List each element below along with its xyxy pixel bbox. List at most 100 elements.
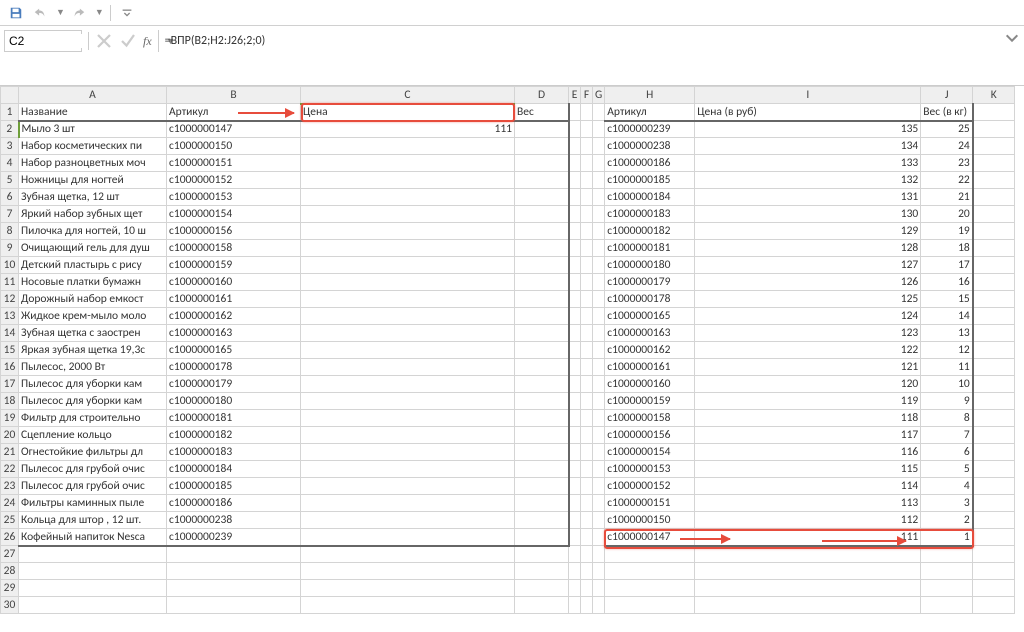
formula-expand-icon[interactable] xyxy=(1004,30,1020,46)
cell-B28[interactable] xyxy=(167,563,301,580)
cell-E18[interactable] xyxy=(569,393,581,410)
cell-C14[interactable] xyxy=(301,325,515,342)
cell-G9[interactable] xyxy=(593,240,605,257)
cell-G27[interactable] xyxy=(593,546,605,563)
col-header-I[interactable]: I xyxy=(695,87,921,104)
cell-I19[interactable]: 118 xyxy=(695,410,921,427)
cell-D12[interactable] xyxy=(515,291,569,308)
cell-F25[interactable] xyxy=(581,512,593,529)
cell-D2[interactable] xyxy=(515,121,569,138)
cell-D8[interactable] xyxy=(515,223,569,240)
cell-I25[interactable]: 112 xyxy=(695,512,921,529)
cell-B3[interactable]: с1000000150 xyxy=(167,138,301,155)
cell-I1[interactable]: Цена (в руб) xyxy=(695,104,921,121)
cell-J14[interactable]: 13 xyxy=(921,325,973,342)
cell-E19[interactable] xyxy=(569,410,581,427)
cell-H21[interactable]: с1000000154 xyxy=(605,444,695,461)
cell-F26[interactable] xyxy=(581,529,593,546)
cell-I3[interactable]: 134 xyxy=(695,138,921,155)
row-header-12[interactable]: 12 xyxy=(1,291,19,308)
cell-D19[interactable] xyxy=(515,410,569,427)
cell-F20[interactable] xyxy=(581,427,593,444)
cell-E30[interactable] xyxy=(569,597,581,614)
cell-J4[interactable]: 23 xyxy=(921,155,973,172)
cell-K12[interactable] xyxy=(973,291,1015,308)
cell-A30[interactable] xyxy=(19,597,167,614)
undo-dropdown-icon[interactable]: ▼ xyxy=(56,7,65,18)
cell-K13[interactable] xyxy=(973,308,1015,325)
cell-B20[interactable]: с1000000182 xyxy=(167,427,301,444)
cell-D28[interactable] xyxy=(515,563,569,580)
cell-B1[interactable]: Артикул xyxy=(167,104,301,121)
cell-E24[interactable] xyxy=(569,495,581,512)
select-all-corner[interactable] xyxy=(1,87,19,104)
cell-G22[interactable] xyxy=(593,461,605,478)
cell-G11[interactable] xyxy=(593,274,605,291)
cell-G23[interactable] xyxy=(593,478,605,495)
formula-input[interactable]: =ВПР(B2;H2:J26;2;0) xyxy=(158,30,1004,52)
cell-H23[interactable]: с1000000152 xyxy=(605,478,695,495)
cell-E5[interactable] xyxy=(569,172,581,189)
cell-F3[interactable] xyxy=(581,138,593,155)
cell-E7[interactable] xyxy=(569,206,581,223)
row-header-19[interactable]: 19 xyxy=(1,410,19,427)
cell-J8[interactable]: 19 xyxy=(921,223,973,240)
row-header-24[interactable]: 24 xyxy=(1,495,19,512)
cell-B5[interactable]: с1000000152 xyxy=(167,172,301,189)
row-header-25[interactable]: 25 xyxy=(1,512,19,529)
cell-H4[interactable]: с1000000186 xyxy=(605,155,695,172)
cell-H8[interactable]: с1000000182 xyxy=(605,223,695,240)
cell-F16[interactable] xyxy=(581,359,593,376)
cell-A15[interactable]: Яркая зубная щетка 19,3с xyxy=(19,342,167,359)
cell-G20[interactable] xyxy=(593,427,605,444)
cell-A17[interactable]: Пылесос для уборки кам xyxy=(19,376,167,393)
cell-G18[interactable] xyxy=(593,393,605,410)
cell-C29[interactable] xyxy=(301,580,515,597)
cell-K5[interactable] xyxy=(973,172,1015,189)
cell-H5[interactable]: с1000000185 xyxy=(605,172,695,189)
cell-G1[interactable] xyxy=(593,104,605,121)
cell-F30[interactable] xyxy=(581,597,593,614)
cell-K17[interactable] xyxy=(973,376,1015,393)
cell-H17[interactable]: с1000000160 xyxy=(605,376,695,393)
cell-H27[interactable] xyxy=(605,546,695,563)
cell-I12[interactable]: 125 xyxy=(695,291,921,308)
col-header-H[interactable]: H xyxy=(605,87,695,104)
cell-I18[interactable]: 119 xyxy=(695,393,921,410)
cell-F7[interactable] xyxy=(581,206,593,223)
cell-A4[interactable]: Набор разноцветных моч xyxy=(19,155,167,172)
cell-J30[interactable] xyxy=(921,597,973,614)
cell-J25[interactable]: 2 xyxy=(921,512,973,529)
cell-G10[interactable] xyxy=(593,257,605,274)
cell-B26[interactable]: с1000000239 xyxy=(167,529,301,546)
cell-K6[interactable] xyxy=(973,189,1015,206)
cell-I24[interactable]: 113 xyxy=(695,495,921,512)
cell-B27[interactable] xyxy=(167,546,301,563)
cell-A10[interactable]: Детский пластырь с рису xyxy=(19,257,167,274)
row-header-20[interactable]: 20 xyxy=(1,427,19,444)
row-header-10[interactable]: 10 xyxy=(1,257,19,274)
cell-J3[interactable]: 24 xyxy=(921,138,973,155)
cell-I5[interactable]: 132 xyxy=(695,172,921,189)
cell-H18[interactable]: с1000000159 xyxy=(605,393,695,410)
cell-I13[interactable]: 124 xyxy=(695,308,921,325)
cell-C26[interactable] xyxy=(301,529,515,546)
cell-F11[interactable] xyxy=(581,274,593,291)
cell-D23[interactable] xyxy=(515,478,569,495)
cell-G6[interactable] xyxy=(593,189,605,206)
col-header-E[interactable]: E xyxy=(569,87,581,104)
cell-H1[interactable]: Артикул xyxy=(605,104,695,121)
undo-button[interactable] xyxy=(30,3,50,23)
cell-G25[interactable] xyxy=(593,512,605,529)
cell-K30[interactable] xyxy=(973,597,1015,614)
cell-H28[interactable] xyxy=(605,563,695,580)
cell-K19[interactable] xyxy=(973,410,1015,427)
cell-E22[interactable] xyxy=(569,461,581,478)
cell-A12[interactable]: Дорожный набор емкост xyxy=(19,291,167,308)
cell-E8[interactable] xyxy=(569,223,581,240)
cell-A11[interactable]: Носовые платки бумажн xyxy=(19,274,167,291)
cell-I20[interactable]: 117 xyxy=(695,427,921,444)
cell-A7[interactable]: Яркий набор зубных щет xyxy=(19,206,167,223)
cell-G3[interactable] xyxy=(593,138,605,155)
cell-K3[interactable] xyxy=(973,138,1015,155)
